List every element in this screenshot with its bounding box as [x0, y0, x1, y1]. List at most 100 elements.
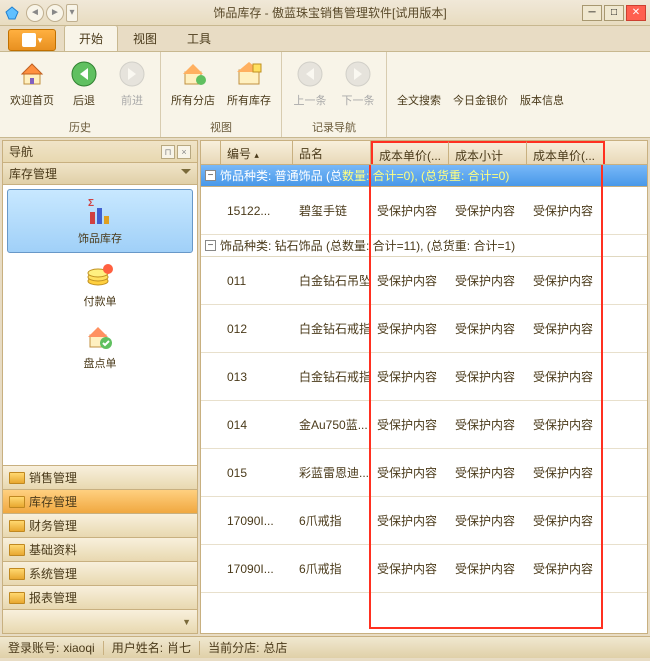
ribbon-group-misc: 全文搜索 今日金银价 版本信息: [387, 52, 574, 137]
next-icon: [342, 58, 374, 90]
nav-close-icon[interactable]: ×: [177, 145, 191, 159]
nav-bottom-stock[interactable]: 库存管理: [3, 489, 197, 513]
back-icon: [68, 58, 100, 90]
folder-icon: [9, 568, 25, 580]
nav-item-payment[interactable]: 付款单: [3, 253, 197, 315]
minimize-button[interactable]: ─: [582, 5, 602, 21]
status-user: 肖七: [167, 639, 191, 656]
back-button[interactable]: 后退: [62, 56, 106, 110]
ribbon-group-view: 所有分店 所有库存 视图: [161, 52, 282, 137]
collapse-icon[interactable]: −: [205, 240, 216, 251]
nav-item-check[interactable]: 盘点单: [3, 315, 197, 377]
group-label-view: 视图: [167, 117, 275, 135]
table-row[interactable]: 17090I...6爪戒指受保护内容受保护内容受保护内容: [201, 497, 647, 545]
status-account-label: 登录账号:: [8, 639, 59, 656]
nav-body: Σ 饰品库存 付款单 盘点单: [3, 185, 197, 465]
table-row[interactable]: 011白金钻石吊坠受保护内容受保护内容受保护内容: [201, 257, 647, 305]
nav-section-header[interactable]: 库存管理: [3, 163, 197, 185]
file-icon: [22, 33, 36, 47]
nav-bottom-finance[interactable]: 财务管理: [3, 513, 197, 537]
table-row[interactable]: 014金Au750蓝...受保护内容受保护内容受保护内容: [201, 401, 647, 449]
col-expand[interactable]: [201, 141, 221, 164]
group-label-recordnav: 记录导航: [288, 117, 380, 135]
branches-icon: [177, 58, 209, 90]
nav-bottom-more[interactable]: ▼: [3, 609, 197, 633]
all-stock-button[interactable]: 所有库存: [223, 56, 275, 110]
group-row[interactable]: − 饰品种类: 普通饰品 (总数量: 合计=0), (总货重: 合计=0): [201, 165, 647, 187]
coins-icon: [84, 259, 116, 291]
ribbon: 欢迎首页 后退 前进 历史 所有分店 所有库存 视图: [0, 52, 650, 138]
folder-icon: [9, 472, 25, 484]
folder-icon: [9, 496, 25, 508]
folder-icon: [9, 520, 25, 532]
window-title: 饰品库存 - 傲蓝珠宝销售管理软件[试用版本]: [78, 4, 582, 21]
stock-icon: [233, 58, 265, 90]
ribbon-group-history: 欢迎首页 后退 前进 历史: [0, 52, 161, 137]
house-check-icon: [84, 321, 116, 353]
ribbon-tabs: ▾ 开始 视图 工具: [0, 26, 650, 52]
gold-price-button[interactable]: 今日金银价: [449, 56, 512, 110]
forward-button[interactable]: 前进: [110, 56, 154, 110]
col-name[interactable]: 品名: [293, 141, 371, 164]
ribbon-group-recordnav: 上一条 下一条 记录导航: [282, 52, 387, 137]
version-button[interactable]: 版本信息: [516, 56, 568, 110]
qat-back-icon[interactable]: ◄: [26, 4, 44, 22]
quick-access-toolbar: ◄ ► ▾: [26, 4, 78, 22]
col-cost-unit1[interactable]: 成本单价(...: [371, 141, 449, 164]
fulltext-button[interactable]: 全文搜索: [393, 56, 445, 110]
qat-dropdown-icon[interactable]: ▾: [66, 4, 78, 22]
stock-chart-icon: Σ: [84, 196, 116, 228]
pin-icon[interactable]: ⊓: [161, 145, 175, 159]
forward-icon: [116, 58, 148, 90]
nav-bottom-base[interactable]: 基础资料: [3, 537, 197, 561]
info-icon: [526, 58, 558, 90]
tab-start[interactable]: 开始: [64, 25, 118, 51]
all-branches-button[interactable]: 所有分店: [167, 56, 219, 110]
grid-header: 编号 ▴ 品名 成本单价(... 成本小计 成本单价(...: [201, 141, 647, 165]
titlebar: ◄ ► ▾ 饰品库存 - 傲蓝珠宝销售管理软件[试用版本] ─ □ ✕: [0, 0, 650, 26]
nav-bottom-system[interactable]: 系统管理: [3, 561, 197, 585]
maximize-button[interactable]: □: [604, 5, 624, 21]
nav-bottom-report[interactable]: 报表管理: [3, 585, 197, 609]
col-cost-subtotal[interactable]: 成本小计: [449, 141, 527, 164]
qat-forward-icon[interactable]: ►: [46, 4, 64, 22]
prev-record-button[interactable]: 上一条: [288, 56, 332, 110]
status-branch: 总店: [263, 639, 287, 656]
col-cost-unit2[interactable]: 成本单价(...: [527, 141, 605, 164]
nav-bottom-sales[interactable]: 销售管理: [3, 465, 197, 489]
table-row[interactable]: 15122... 碧玺手链 受保护内容 受保护内容 受保护内容: [201, 187, 647, 235]
status-account: xiaoqi: [63, 641, 94, 655]
collapse-icon[interactable]: −: [205, 170, 216, 181]
group-label-history: 历史: [6, 117, 154, 135]
svg-text:Σ: Σ: [88, 198, 94, 209]
table-row[interactable]: 17090I...6爪戒指受保护内容受保护内容受保护内容: [201, 545, 647, 593]
folder-icon: [9, 592, 25, 604]
table-row[interactable]: 013白金钻石戒指受保护内容受保护内容受保护内容: [201, 353, 647, 401]
folder-icon: [9, 544, 25, 556]
search-icon: [403, 58, 435, 90]
nav-header: 导航 ⊓ ×: [3, 141, 197, 163]
group-row[interactable]: − 饰品种类: 钻石饰品 (总数量: 合计=11), (总货重: 合计=1): [201, 235, 647, 257]
grid-body[interactable]: − 饰品种类: 普通饰品 (总数量: 合计=0), (总货重: 合计=0) 15…: [201, 165, 647, 633]
table-row[interactable]: 015彩蓝雷恩迪...受保护内容受保护内容受保护内容: [201, 449, 647, 497]
tab-view[interactable]: 视图: [118, 25, 172, 51]
nav-panel: 导航 ⊓ × 库存管理 Σ 饰品库存 付款单 盘点单 销售管理 库存管理 财务管…: [2, 140, 198, 634]
home-icon: [16, 58, 48, 90]
prev-icon: [294, 58, 326, 90]
nav-item-stock[interactable]: Σ 饰品库存: [7, 189, 193, 253]
app-icon: [4, 5, 20, 21]
home-button[interactable]: 欢迎首页: [6, 56, 58, 110]
price-icon: [465, 58, 497, 90]
status-branch-label: 当前分店:: [208, 639, 259, 656]
table-row[interactable]: 012白金钻石戒指受保护内容受保护内容受保护内容: [201, 305, 647, 353]
main-area: 导航 ⊓ × 库存管理 Σ 饰品库存 付款单 盘点单 销售管理 库存管理 财务管…: [0, 138, 650, 636]
close-button[interactable]: ✕: [626, 5, 646, 21]
chevron-down-icon: ▼: [182, 617, 191, 627]
nav-bottom: 销售管理 库存管理 财务管理 基础资料 系统管理 报表管理 ▼: [3, 465, 197, 633]
file-menu-button[interactable]: ▾: [8, 29, 56, 51]
tab-tools[interactable]: 工具: [172, 25, 226, 51]
col-code[interactable]: 编号 ▴: [221, 141, 293, 164]
statusbar: 登录账号: xiaoqi 用户姓名: 肖七 当前分店: 总店: [0, 636, 650, 658]
next-record-button[interactable]: 下一条: [336, 56, 380, 110]
status-user-label: 用户姓名:: [112, 639, 163, 656]
